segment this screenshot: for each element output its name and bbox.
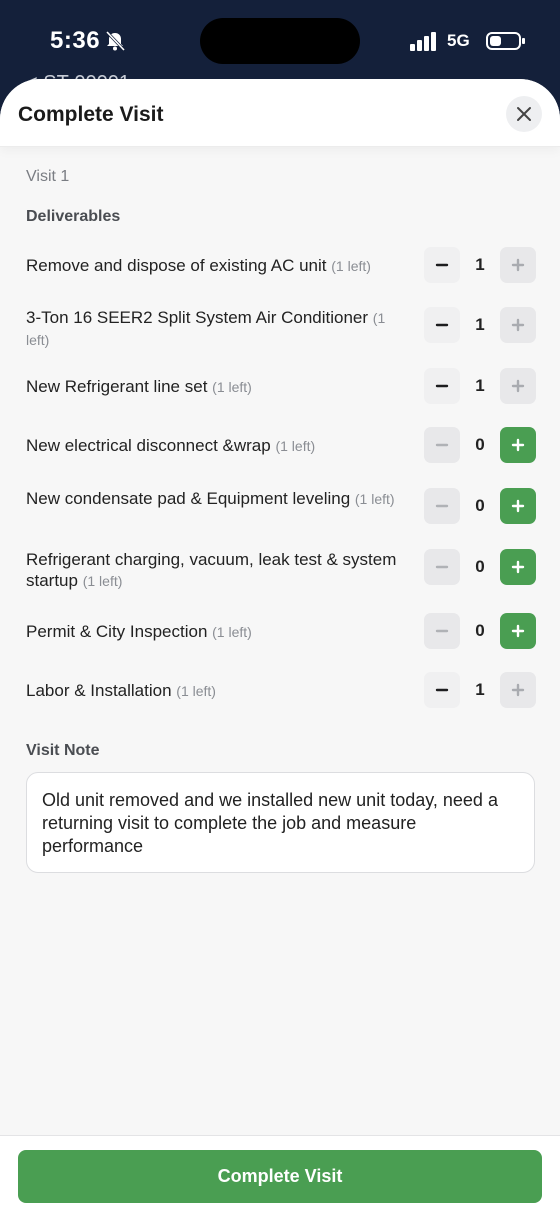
increment-button[interactable] (500, 613, 536, 649)
quantity-value: 1 (475, 680, 485, 699)
plus-icon (511, 683, 525, 697)
quantity-value: 1 (475, 376, 485, 395)
deliverable-name: Labor & Installation (26, 681, 172, 700)
deliverable-label: Labor & Installation (1 left) (26, 680, 411, 702)
deliverable-row: Refrigerant charging, vacuum, leak test … (26, 549, 536, 592)
sheet-header: Complete Visit (0, 79, 560, 147)
visit-note-field[interactable]: Old unit removed and we installed new un… (26, 772, 535, 873)
plus-icon (511, 499, 525, 513)
quantity-value: 0 (475, 557, 485, 576)
deliverable-name: New condensate pad & Equipment leveling (26, 489, 351, 508)
decrement-button[interactable] (424, 672, 460, 708)
deliverable-row: New electrical disconnect &wrap (1 left)… (26, 427, 536, 467)
status-bar: 5:36 5G < ST-00001 (0, 0, 560, 94)
complete-visit-sheet: Complete Visit Visit 1 Deliverables Remo… (0, 79, 560, 1217)
decrement-button[interactable] (424, 613, 460, 649)
quantity-stepper: 0 (424, 613, 536, 651)
deliverable-row: Permit & City Inspection (1 left) 0 (26, 613, 536, 653)
decrement-button[interactable] (424, 247, 460, 283)
deliverable-name: Refrigerant charging, vacuum, leak test … (26, 550, 397, 590)
visit-note-heading: Visit Note (26, 742, 100, 759)
deliverable-name: New Refrigerant line set (26, 377, 208, 396)
deliverable-row: Labor & Installation (1 left) 1 (26, 672, 536, 712)
quantity-value: 1 (475, 255, 485, 274)
plus-icon (511, 318, 525, 332)
quantity-stepper: 1 (424, 672, 536, 710)
minus-icon (435, 443, 449, 447)
minus-icon (435, 323, 449, 327)
deliverables-heading: Deliverables (26, 208, 121, 225)
battery-icon (486, 32, 525, 50)
deliverable-row: 3-Ton 16 SEER2 Split System Air Conditio… (26, 307, 536, 348)
visit-label: Visit 1 (26, 168, 70, 185)
complete-visit-button[interactable]: Complete Visit (18, 1150, 542, 1203)
minus-icon (435, 629, 449, 633)
sheet-title: Complete Visit (18, 103, 164, 126)
increment-button[interactable] (500, 368, 536, 404)
plus-icon (511, 624, 525, 638)
quantity-value: 0 (475, 496, 485, 515)
sheet-footer: Complete Visit (0, 1135, 560, 1217)
deliverable-label: Remove and dispose of existing AC unit (… (26, 255, 411, 277)
decrement-button[interactable] (424, 307, 460, 343)
deliverable-label: Refrigerant charging, vacuum, leak test … (26, 549, 411, 592)
plus-icon (511, 560, 525, 574)
decrement-button[interactable] (424, 549, 460, 585)
increment-button[interactable] (500, 549, 536, 585)
deliverable-row: New Refrigerant line set (1 left) 1 (26, 368, 536, 408)
plus-icon (511, 438, 525, 452)
decrement-button[interactable] (424, 368, 460, 404)
increment-button[interactable] (500, 672, 536, 708)
deliverable-name: 3-Ton 16 SEER2 Split System Air Conditio… (26, 308, 369, 327)
status-time: 5:36 (50, 27, 101, 54)
deliverable-remaining: (1 left) (331, 258, 371, 274)
deliverable-remaining: (1 left) (275, 438, 316, 454)
minus-icon (435, 384, 449, 388)
quantity-stepper: 0 (424, 549, 536, 587)
minus-icon (435, 565, 449, 569)
deliverable-remaining: (1 left) (82, 573, 123, 589)
decrement-button[interactable] (424, 488, 460, 524)
deliverable-name: New electrical disconnect &wrap (26, 436, 271, 455)
quantity-stepper: 0 (424, 427, 536, 465)
deliverable-row: Remove and dispose of existing AC unit (… (26, 247, 536, 287)
minus-icon (435, 263, 449, 267)
deliverable-label: New electrical disconnect &wrap (1 left) (26, 435, 411, 457)
plus-icon (511, 258, 525, 272)
bell-slash-icon (105, 30, 126, 52)
quantity-stepper: 0 (424, 488, 536, 526)
deliverable-remaining: (1 left) (354, 491, 395, 507)
signal-icon (410, 32, 436, 51)
deliverable-label: Permit & City Inspection (1 left) (26, 621, 411, 643)
increment-button[interactable] (500, 427, 536, 463)
deliverable-label: New Refrigerant line set (1 left) (26, 376, 411, 398)
deliverable-name: Remove and dispose of existing AC unit (26, 256, 327, 275)
network-label: 5G (447, 31, 470, 50)
increment-button[interactable] (500, 307, 536, 343)
minus-icon (435, 504, 449, 508)
increment-button[interactable] (500, 247, 536, 283)
deliverable-label: New condensate pad & Equipment leveling … (26, 488, 411, 510)
quantity-value: 0 (475, 435, 485, 454)
quantity-stepper: 1 (424, 247, 536, 285)
quantity-stepper: 1 (424, 368, 536, 406)
minus-icon (435, 688, 449, 692)
deliverable-remaining: (1 left) (212, 379, 252, 395)
close-icon (517, 107, 531, 121)
quantity-stepper: 1 (424, 307, 536, 345)
quantity-value: 1 (475, 315, 485, 334)
quantity-value: 0 (475, 621, 485, 640)
deliverable-remaining: (1 left) (176, 683, 216, 699)
decrement-button[interactable] (424, 427, 460, 463)
deliverable-label: 3-Ton 16 SEER2 Split System Air Conditio… (26, 307, 411, 351)
dynamic-island (200, 18, 360, 64)
plus-icon (511, 379, 525, 393)
deliverable-remaining: (1 left) (212, 624, 252, 640)
deliverable-row: New condensate pad & Equipment leveling … (26, 488, 536, 528)
increment-button[interactable] (500, 488, 536, 524)
deliverable-name: Permit & City Inspection (26, 622, 208, 641)
close-button[interactable] (506, 96, 542, 132)
